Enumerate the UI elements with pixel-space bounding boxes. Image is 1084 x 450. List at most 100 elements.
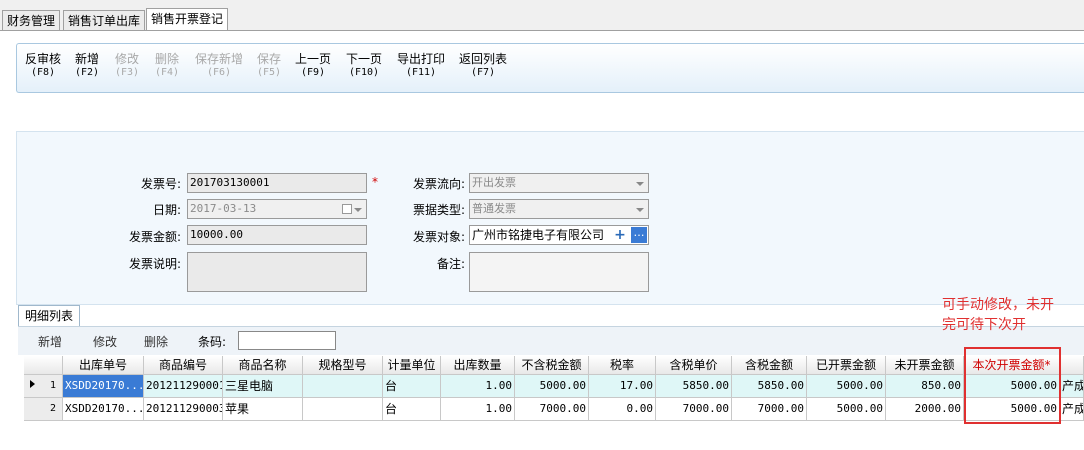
export-print-key: (F11) — [405, 67, 437, 78]
header-tax-rate[interactable]: 税率 — [589, 356, 656, 375]
row-2-spec[interactable] — [303, 398, 383, 421]
date-picker[interactable]: 2017-03-13 — [187, 199, 367, 219]
row-2-product-code[interactable]: 201211290003 — [144, 398, 223, 421]
unapprove-key: (F8) — [30, 67, 56, 78]
tab-bar: 财务管理 销售订单出库 销售开票登记 — [0, 0, 1084, 31]
header-spec[interactable]: 规格型号 — [303, 356, 383, 375]
remark-textarea[interactable] — [469, 252, 649, 292]
row-2-indicator[interactable]: 2 — [24, 398, 63, 421]
header-outbound-no[interactable]: 出库单号 — [63, 356, 144, 375]
tab-sales-outbound[interactable]: 销售订单出库 — [63, 10, 146, 30]
row-2-unit-price[interactable]: 7000.00 — [656, 398, 732, 421]
row-1-taxed-amount[interactable]: 5850.00 — [732, 375, 807, 398]
delete-button[interactable]: 删除 (F4) — [155, 52, 179, 80]
detail-delete-button[interactable]: 删除 — [144, 333, 168, 350]
unapprove-label: 反审核 — [25, 52, 62, 66]
edit-button[interactable]: 修改 (F3) — [115, 52, 139, 80]
row-pointer-icon — [30, 380, 35, 388]
row-2-product-name[interactable]: 苹果 — [223, 398, 303, 421]
date-value: 2017-03-13 — [190, 202, 257, 215]
header-uninvoiced-amount[interactable]: 未开票金额 — [886, 356, 964, 375]
direction-value: 开出发票 — [472, 176, 516, 189]
barcode-input[interactable] — [238, 331, 336, 350]
desc-textarea[interactable] — [187, 252, 367, 292]
add-icon[interactable]: + — [612, 227, 628, 243]
barcode-label: 条码: — [198, 335, 227, 349]
row-2-pretax-amount[interactable]: 7000.00 — [515, 398, 589, 421]
more-icon[interactable]: … — [631, 227, 647, 243]
row-2-tax-rate[interactable]: 0.00 — [589, 398, 656, 421]
next-page-key: (F10) — [348, 67, 380, 78]
export-print-button[interactable]: 导出打印 (F11) — [397, 52, 445, 80]
detail-edit-button[interactable]: 修改 — [93, 333, 117, 350]
row-2-taxed-amount[interactable]: 7000.00 — [732, 398, 807, 421]
delete-key: (F4) — [155, 67, 180, 78]
direction-label: 发票流向: — [412, 177, 465, 191]
header-invoiced-amount[interactable]: 已开票金额 — [807, 356, 886, 375]
row-2-invoiced-amount[interactable]: 5000.00 — [807, 398, 886, 421]
chevron-down-icon[interactable] — [354, 208, 362, 212]
row-1-spec[interactable] — [303, 375, 383, 398]
detail-add-button[interactable]: 新增 — [38, 333, 62, 350]
invoice-no-field[interactable]: 201703130001 — [187, 173, 367, 193]
back-to-list-key: (F7) — [470, 67, 496, 78]
tab-finance[interactable]: 财务管理 — [2, 10, 61, 30]
row-2-quantity[interactable]: 1.00 — [441, 398, 515, 421]
row-1-invoiced-amount[interactable]: 5000.00 — [807, 375, 886, 398]
row-1-indicator[interactable]: 1 — [24, 375, 63, 398]
header-unit[interactable]: 计量单位 — [383, 356, 441, 375]
save-new-button[interactable]: 保存新增 (F6) — [195, 52, 243, 80]
back-to-list-button[interactable]: 返回列表 (F7) — [459, 52, 507, 80]
tab-sales-invoice[interactable]: 销售开票登记 — [146, 8, 229, 31]
new-label: 新增 — [75, 52, 100, 66]
calendar-icon[interactable] — [342, 204, 352, 214]
next-page-button[interactable]: 下一页 (F10) — [346, 52, 382, 80]
row-1-index: 1 — [49, 380, 56, 391]
amount-label: 发票金额: — [128, 230, 181, 244]
header-taxed-amount[interactable]: 含税金额 — [732, 356, 807, 375]
row-1-unit[interactable]: 台 — [383, 375, 441, 398]
new-button[interactable]: 新增 (F2) — [75, 52, 99, 80]
type-select[interactable]: 普通发票 — [469, 199, 649, 219]
header-product-name[interactable]: 商品名称 — [223, 356, 303, 375]
row-1-product-name[interactable]: 三星电脑 — [223, 375, 303, 398]
row-1-outbound-no[interactable]: XSDD20170... — [63, 375, 144, 398]
unapprove-button[interactable]: 反审核 (F8) — [25, 52, 61, 80]
header-row-indicator — [24, 356, 63, 375]
row-1-tax-rate[interactable]: 17.00 — [589, 375, 656, 398]
target-field[interactable]: 广州市铭捷电子有限公司 + … — [469, 225, 649, 245]
details-tab[interactable]: 明细列表 — [18, 305, 81, 326]
type-label: 票据类型: — [412, 203, 465, 217]
annotation-line-2: 完可待下次开 — [942, 317, 1026, 333]
header-extra — [1060, 356, 1084, 375]
save-button[interactable]: 保存 (F5) — [257, 52, 281, 80]
chevron-down-icon[interactable] — [636, 182, 644, 186]
direction-select[interactable]: 开出发票 — [469, 173, 649, 193]
details-grid: 出库单号 商品编号 商品名称 规格型号 计量单位 出库数量 不含税金额 税率 含… — [24, 356, 1084, 450]
header-product-code[interactable]: 商品编号 — [144, 356, 223, 375]
amount-field[interactable]: 10000.00 — [187, 225, 367, 245]
row-1-extra[interactable]: 产成 — [1060, 375, 1084, 398]
date-label: 日期: — [152, 203, 181, 217]
remark-label: 备注: — [436, 257, 465, 271]
edit-label: 修改 — [115, 52, 140, 66]
chevron-down-icon[interactable] — [636, 208, 644, 212]
highlight-box — [964, 347, 1061, 424]
row-2-extra[interactable]: 产成 — [1060, 398, 1084, 421]
row-1-quantity[interactable]: 1.00 — [441, 375, 515, 398]
prev-page-label: 上一页 — [295, 52, 332, 66]
row-1-unit-price[interactable]: 5850.00 — [656, 375, 732, 398]
row-1-uninvoiced-amount[interactable]: 850.00 — [886, 375, 964, 398]
header-unit-price[interactable]: 含税单价 — [656, 356, 732, 375]
row-2-uninvoiced-amount[interactable]: 2000.00 — [886, 398, 964, 421]
row-2-unit[interactable]: 台 — [383, 398, 441, 421]
row-1-pretax-amount[interactable]: 5000.00 — [515, 375, 589, 398]
header-pretax-amount[interactable]: 不含税金额 — [515, 356, 589, 375]
prev-page-button[interactable]: 上一页 (F9) — [295, 52, 331, 80]
row-2-outbound-no[interactable]: XSDD20170... — [63, 398, 144, 421]
row-1-product-code[interactable]: 201211290001 — [144, 375, 223, 398]
target-value: 广州市铭捷电子有限公司 — [472, 228, 605, 242]
save-key: (F5) — [257, 67, 282, 78]
invoice-form: 发票号: 201703130001 * 日期: 2017-03-13 发票金额:… — [16, 131, 1084, 305]
header-quantity[interactable]: 出库数量 — [441, 356, 515, 375]
